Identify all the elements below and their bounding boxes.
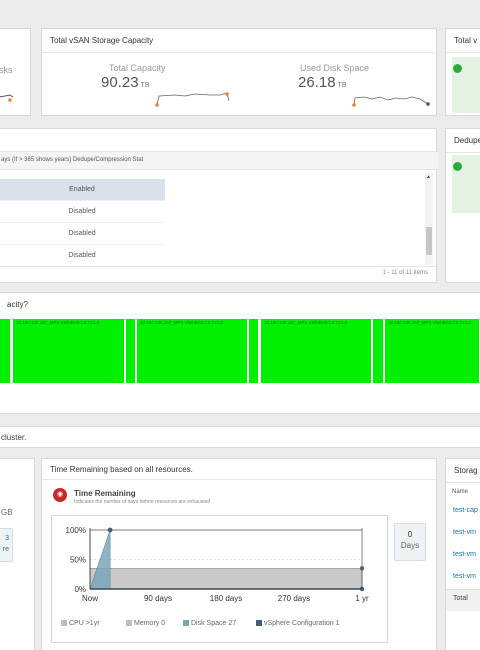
time-panel: Time Remaining based on all resources. ◉… [41, 458, 438, 650]
legend-item[interactable]: vSphere Configuration 1 [256, 620, 340, 627]
legend-item[interactable]: Disk Space 27 [183, 620, 236, 627]
dedupe-table-header: ays (If > 365 shows years) Dedupe/Compre… [1, 157, 144, 163]
heatmap-cell-sliver[interactable] [126, 319, 136, 383]
heatmap-panel-title: acity? [7, 300, 28, 309]
capacity-panel-title: Total vSAN Storage Capacity [42, 29, 436, 53]
heatmap-cell-label: 10.160.135.167_MPX.VMHBA0:C0:T2:L0 [264, 320, 348, 325]
total-capacity-sparkline [155, 92, 230, 107]
used-disk-number: 26.18 [298, 74, 336, 91]
series-cpu-area [89, 568, 363, 590]
heatmap-cell-sliver[interactable] [373, 319, 384, 383]
used-disk-label: Used Disk Space [300, 63, 370, 73]
x-tick-label: Now [82, 594, 98, 603]
heatmap-cell-label: 10.160.135.167_MPX.VMHBA0:C0:T2:L0 [388, 320, 472, 325]
series-disk-area [89, 529, 111, 590]
time-panel-title: Time Remaining based on all resources. [50, 465, 193, 474]
legend-swatch [61, 620, 67, 626]
dedupe-right-status-dot [453, 162, 462, 171]
storage-panel: Storag Name test-cap test-vm test-vm tes… [445, 458, 480, 650]
heatmap-cell-sliver[interactable] [249, 319, 259, 383]
banner-text: cluster. [1, 433, 27, 442]
heatmap-cell-label: 10.160.135.167_MPX.VMHBA0:C0:T2:L0 [16, 320, 100, 325]
legend-swatch [256, 620, 262, 626]
total-capacity-label: Total Capacity [109, 63, 166, 73]
legend-swatch [183, 620, 189, 626]
table-row[interactable]: Disabled [0, 245, 165, 267]
top-right-status-dot [453, 64, 462, 73]
left-stub-button[interactable]: 3 re [0, 528, 13, 562]
legend-label: CPU >1yr [69, 620, 100, 627]
storage-panel-title: Storag [446, 459, 480, 483]
table-row[interactable]: Enabled [0, 179, 165, 201]
time-widget-subtitle: Indicates the number of days before reso… [74, 499, 211, 505]
heatmap-cell[interactable]: 10.160.135.167_MPX.VMHBA0:C0:T2:L0 [385, 319, 480, 383]
y-tick-label: 0% [74, 585, 86, 594]
y-tick-label: 100% [66, 526, 86, 535]
y-tick-label: 50% [70, 556, 86, 565]
left-stub-value: GB [1, 508, 13, 517]
used-disk-value: 26.18 TB [298, 74, 347, 91]
dedupe-right-panel: Dedupe [445, 128, 480, 283]
top-left-fragment: sks [0, 65, 13, 75]
banner-panel: cluster. [0, 426, 480, 448]
x-tick-label: 90 days [144, 594, 172, 603]
scroll-up-icon[interactable]: ▲ [426, 174, 431, 180]
used-disk-sparkline [352, 96, 430, 107]
time-widget-title: Time Remaining [74, 489, 136, 498]
storage-col-header: Name [452, 489, 469, 495]
legend-label: Memory 0 [134, 620, 166, 627]
total-capacity-number: 90.23 [101, 74, 139, 91]
time-widget-icon: ◉ [53, 488, 67, 502]
total-capacity-unit: TB [140, 82, 150, 89]
heatmap-cell[interactable]: 10.160.135.167_MPX.VMHBA0:C0:T2:L0 [13, 319, 125, 383]
top-right-title: Total v [446, 29, 480, 53]
capacity-panel: Total vSAN Storage Capacity Total Capaci… [41, 28, 437, 116]
heatmap-cell[interactable]: 10.160.135.167_MPX.VMHBA0:C0:T2:L0 [137, 319, 248, 383]
top-left-sparkline [0, 94, 14, 102]
storage-total-label: Total [453, 595, 468, 602]
dedupe-right-title: Dedupe [446, 129, 480, 153]
dedupe-scrollbar[interactable]: ▲ [425, 173, 433, 265]
left-stub-panel: GB 3 re [0, 458, 35, 650]
heatmap-cell-edge[interactable] [0, 319, 11, 383]
days-remaining-value: 0 [407, 530, 413, 539]
dedupe-footer-divider [0, 266, 438, 267]
storage-link[interactable]: test-vm [453, 551, 476, 558]
time-widget-divider [42, 479, 438, 480]
heatmap-cell[interactable]: 10.160.135.167_MPX.VMHBA0:C0:T2:L0 [261, 319, 372, 383]
x-tick-label: 270 days [278, 594, 310, 603]
table-row[interactable]: Disabled [0, 201, 165, 223]
total-capacity-value: 90.23 TB [101, 74, 150, 91]
left-stub-button-top: 3 [5, 535, 9, 542]
top-left-panel: sks [0, 28, 31, 116]
dedupe-panel: ays (If > 365 shows years) Dedupe/Compre… [0, 128, 438, 283]
dedupe-table-footer: 1 - 11 of 11 items [382, 270, 428, 276]
legend-item[interactable]: Memory 0 [126, 620, 165, 627]
top-right-panel: Total v [445, 28, 480, 116]
used-disk-unit: TB [337, 82, 347, 89]
series-disk-marker [107, 527, 113, 533]
x-tick-label: 1 yr [355, 594, 369, 603]
legend-item[interactable]: CPU >1yr [61, 620, 100, 627]
dedupe-scrollbar-thumb[interactable] [426, 227, 432, 255]
dedupe-panel-header-area [0, 129, 438, 149]
days-remaining-label: Days [400, 541, 420, 550]
storage-link[interactable]: test-vm [453, 529, 476, 536]
x-tick-label: 180 days [210, 594, 242, 603]
heatmap-cell-label: 10.160.135.167_MPX.VMHBA0:C0:T2:L0 [140, 320, 224, 325]
left-stub-button-bottom: re [2, 546, 9, 553]
table-row[interactable]: Disabled [0, 223, 165, 245]
legend-label: Disk Space 27 [191, 620, 237, 627]
legend-label: vSphere Configuration 1 [264, 620, 340, 627]
legend-swatch [126, 620, 132, 626]
storage-link[interactable]: test-vm [453, 573, 476, 580]
time-chart-frame: 0% 50% 100% Now 90 days 180 days 270 days 1 yr … [51, 515, 388, 643]
days-remaining-box[interactable]: 0 Days [394, 523, 426, 561]
storage-link[interactable]: test-cap [453, 507, 478, 514]
